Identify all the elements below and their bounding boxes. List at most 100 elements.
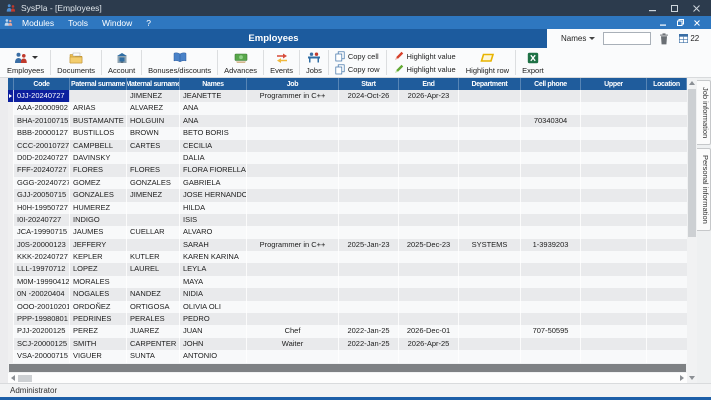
jobs-button[interactable]: Jobs [301, 48, 327, 77]
grid-cell[interactable]: LOPEZ [70, 263, 127, 276]
grid-cell[interactable] [339, 151, 399, 165]
employees-button[interactable]: Employees [2, 48, 49, 77]
grid-cell[interactable] [399, 313, 459, 326]
grid-cell[interactable] [247, 102, 339, 115]
grid-cell[interactable]: BUSTILLOS [70, 127, 127, 140]
grid-cell[interactable] [247, 263, 339, 276]
scrollbar-thumb[interactable] [18, 374, 32, 382]
mdi-minimize-icon[interactable] [657, 18, 669, 28]
grid-cell[interactable] [459, 139, 521, 152]
grid-cell[interactable]: JUAREZ [127, 325, 180, 338]
grid-cell[interactable] [247, 189, 339, 202]
grid-cell[interactable] [339, 201, 399, 214]
grid-cell[interactable] [247, 251, 339, 264]
grid-cell[interactable] [647, 214, 687, 226]
grid-cell[interactable]: ANTONIO [180, 350, 247, 363]
grid-cell[interactable]: LLL-19970712 [14, 263, 70, 276]
grid-cell[interactable] [339, 251, 399, 264]
grid-cell[interactable] [521, 139, 581, 152]
grid-cell[interactable] [399, 151, 459, 165]
grid-cell[interactable]: 0JJ-20240727 [14, 90, 70, 103]
grid-cell[interactable] [339, 189, 399, 202]
grid-cell[interactable] [521, 164, 581, 177]
grid-cell[interactable] [521, 337, 581, 351]
grid-cell[interactable]: INDIGO [70, 213, 127, 227]
grid-cell[interactable] [647, 276, 687, 288]
grid-cell[interactable] [647, 350, 687, 362]
grid-cell[interactable]: PPP-19980801 [14, 313, 70, 326]
table-row[interactable]: J0S-20000123 JEFFERY SARAH Programmer in C+… [8, 238, 687, 252]
grid-cell[interactable]: OOO-20010201 [14, 300, 70, 314]
grid-cell[interactable]: HILDA [180, 201, 247, 214]
grid-cell[interactable]: BHA-20100715 [14, 114, 70, 128]
grid-cell[interactable] [399, 350, 459, 363]
grid-cell[interactable] [521, 251, 581, 264]
grid-cell[interactable]: 2022-Jan-25 [339, 337, 399, 351]
grid-cell[interactable] [521, 176, 581, 190]
grid-cell[interactable] [339, 176, 399, 190]
table-row[interactable]: PPP-19980801 PEDRINES PERALES PEDRO [8, 313, 687, 326]
grid-cell[interactable] [647, 177, 687, 189]
grid-cell[interactable] [247, 164, 339, 177]
grid-cell[interactable]: SUNTA [127, 350, 180, 363]
grid-cell[interactable] [399, 226, 459, 239]
grid-cell[interactable] [521, 90, 581, 103]
grid-cell[interactable] [459, 300, 521, 314]
grid-cell[interactable] [459, 325, 521, 338]
grid-cell[interactable]: FFF-20240727 [14, 164, 70, 177]
trash-icon[interactable] [659, 32, 669, 45]
grid-cell[interactable] [581, 263, 647, 276]
grid-cell[interactable] [339, 288, 399, 301]
table-row[interactable]: SCJ-20000125 SMITH CARPENTER JOHN Waiter 2022… [8, 337, 687, 351]
grid-cell[interactable] [399, 127, 459, 140]
grid-cell[interactable]: ALVARO [180, 226, 247, 239]
copy-row-button[interactable]: Copy row [335, 63, 380, 75]
grid-cell[interactable]: GGG-20240727 [14, 176, 70, 190]
grid-cell[interactable]: D0D-20240727 [14, 151, 70, 165]
grid-cell[interactable] [247, 213, 339, 227]
grid-cell[interactable]: KAREN KARINA [180, 251, 247, 264]
grid-cell[interactable] [247, 127, 339, 140]
grid-cell[interactable] [647, 313, 687, 325]
grid-cell[interactable]: SMITH [70, 337, 127, 351]
grid-cell[interactable] [399, 189, 459, 202]
scrollbar-thumb[interactable] [688, 89, 696, 237]
grid-cell[interactable] [339, 263, 399, 276]
grid-cell[interactable]: H0H-19950727 [14, 201, 70, 214]
grid-cell[interactable] [581, 288, 647, 301]
grid-cell[interactable]: 2026-Apr-25 [399, 337, 459, 351]
grid-cell[interactable] [339, 350, 399, 363]
panel-horizontal-scrollbar[interactable] [8, 373, 687, 383]
grid-cell[interactable] [399, 114, 459, 128]
grid-cell[interactable]: CUELLAR [127, 226, 180, 239]
grid-cell[interactable]: JEFFERY [70, 238, 127, 252]
grid-cell[interactable] [581, 189, 647, 202]
grid-cell[interactable] [127, 201, 180, 214]
documents-button[interactable]: Documents [52, 48, 100, 77]
mdi-close-icon[interactable] [691, 18, 703, 28]
grid-cell[interactable]: SARAH [180, 238, 247, 252]
grid-cell[interactable] [459, 288, 521, 301]
grid-cell[interactable]: PEDRO [180, 313, 247, 326]
grid-cell[interactable]: 2024-Oct-26 [339, 90, 399, 103]
grid-cell[interactable] [247, 288, 339, 301]
grid-cell[interactable]: HUMEREZ [70, 201, 127, 214]
grid-cell[interactable]: I0I-20240727 [14, 213, 70, 227]
grid-cell[interactable] [459, 251, 521, 264]
grid-cell[interactable] [521, 151, 581, 165]
grid-cell[interactable] [521, 127, 581, 140]
column-header-paternal-surname[interactable]: Paternal surname [70, 78, 127, 90]
scroll-left-icon[interactable] [11, 375, 15, 381]
grid-cell[interactable] [339, 226, 399, 239]
grid-cell[interactable]: JIMENEZ [127, 189, 180, 202]
table-row[interactable]: JCA-19990715 JAUMES CUELLAR ALVARO [8, 226, 687, 239]
table-row[interactable]: PJJ-20200125 PEREZ JUAREZ JUAN Chef 2022-Jan-… [8, 325, 687, 338]
grid-cell[interactable] [459, 164, 521, 177]
grid-cell[interactable] [647, 251, 687, 263]
grid-cell[interactable] [647, 127, 687, 139]
grid-cell[interactable]: JOHN [180, 337, 247, 351]
grid-cell[interactable]: ANA [180, 114, 247, 128]
maximize-icon[interactable] [665, 2, 683, 14]
highlight-value-green-button[interactable]: Highlight value [393, 63, 456, 75]
grid-cell[interactable]: CARPENTER [127, 337, 180, 351]
